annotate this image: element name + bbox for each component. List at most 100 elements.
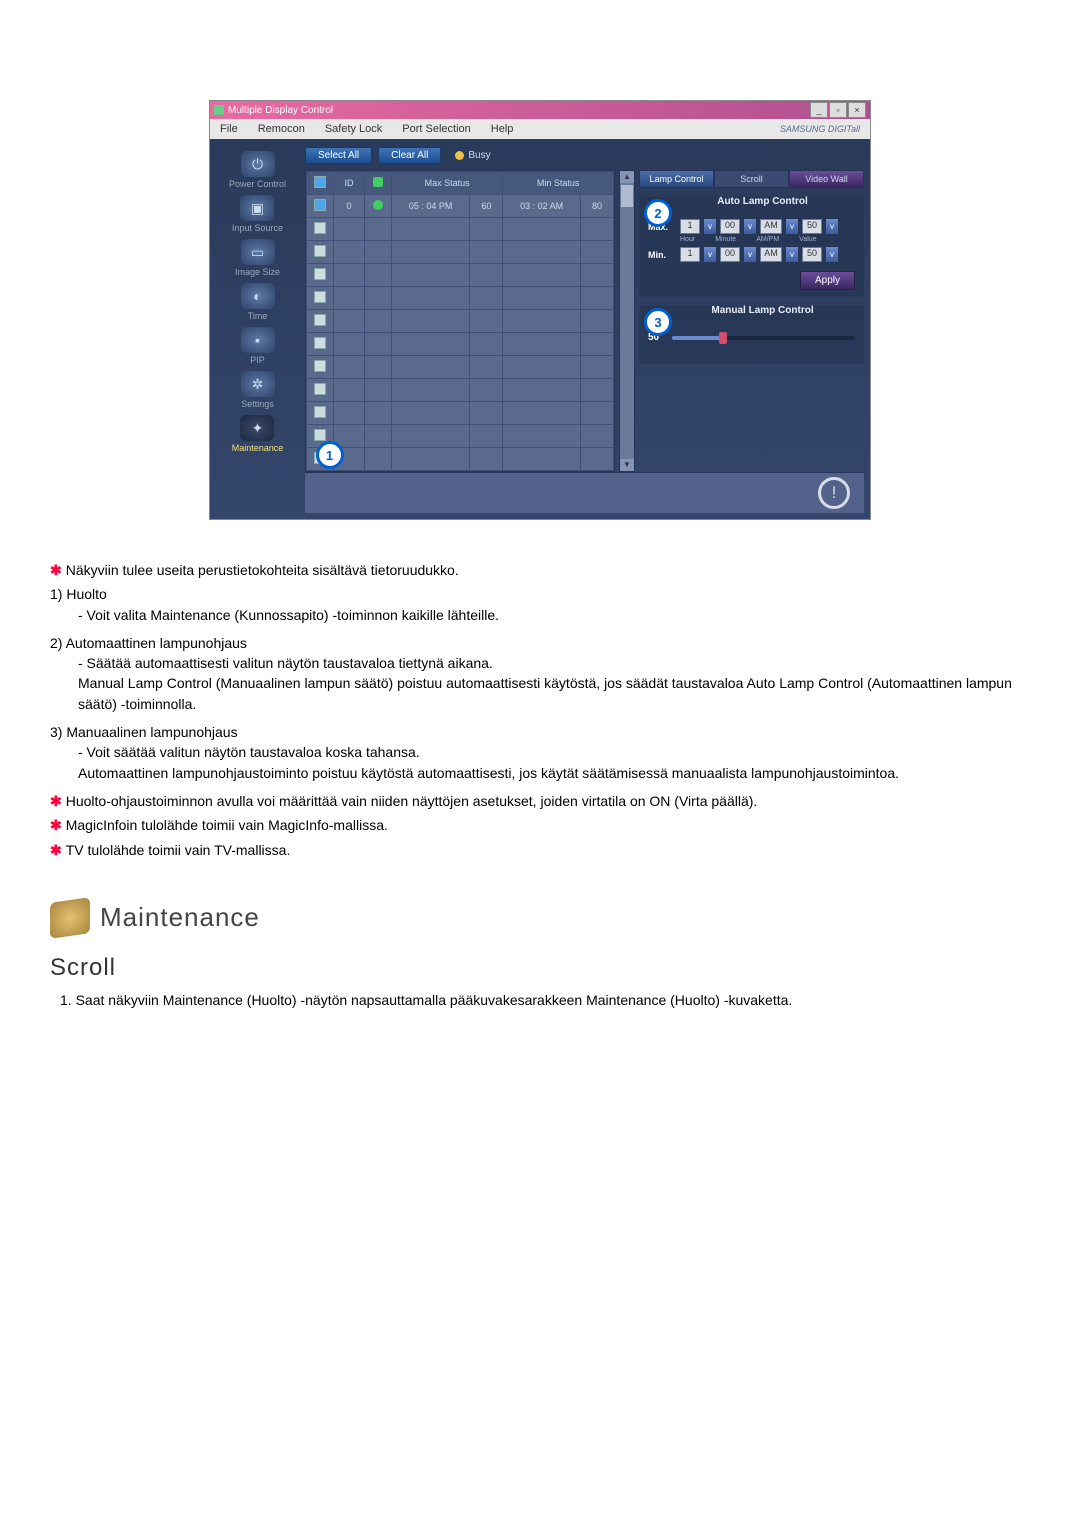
pip-icon: ▪ <box>241 327 275 353</box>
row-checkbox[interactable] <box>314 406 326 418</box>
cell-max-val: 60 <box>470 195 503 218</box>
max-minute-field[interactable]: 00 <box>720 219 740 234</box>
grid-header-row: ID Max Status Min Status <box>307 172 614 195</box>
menu-port-selection[interactable]: Port Selection <box>392 123 480 135</box>
row-checkbox[interactable] <box>314 429 326 441</box>
scroll-down-icon[interactable]: ▼ <box>620 459 634 471</box>
power-icon: ⏻ <box>241 151 275 177</box>
scroll-paragraph: 1. Saat näkyviin Maintenance (Huolto) -n… <box>50 990 1030 1010</box>
right-panel: Lamp Control Scroll Video Wall 2 Auto La… <box>639 170 864 472</box>
item3-b: Automaattinen lampunohjaustoiminto poist… <box>50 763 1030 783</box>
star-icon: ✱ <box>50 562 62 578</box>
row-checkbox[interactable] <box>314 222 326 234</box>
status-icon <box>373 200 383 210</box>
row-checkbox[interactable] <box>314 245 326 257</box>
scroll-up-icon[interactable]: ▲ <box>620 171 634 183</box>
tab-lamp-control[interactable]: Lamp Control <box>639 170 714 188</box>
item3-a: - Voit säätää valitun näytön taustavaloa… <box>50 742 1030 762</box>
row-checkbox[interactable] <box>314 199 326 211</box>
table-row <box>307 425 614 448</box>
menu-help[interactable]: Help <box>481 123 524 135</box>
scroll-heading: Scroll <box>50 954 1030 982</box>
dropdown-icon[interactable]: v <box>826 247 838 262</box>
max-ampm-field[interactable]: AM <box>760 219 782 234</box>
clear-all-button[interactable]: Clear All <box>378 147 441 164</box>
dropdown-icon[interactable]: v <box>786 219 798 234</box>
minimize-button[interactable]: _ <box>810 102 828 118</box>
manual-lamp-section: 3 Manual Lamp Control 50 <box>639 305 864 364</box>
menu-safety-lock[interactable]: Safety Lock <box>315 123 392 135</box>
source-icon: ▣ <box>240 195 274 221</box>
busy-indicator: Busy <box>455 150 490 161</box>
slider-handle[interactable] <box>719 332 727 344</box>
sidebar-item-label: Settings <box>241 399 274 409</box>
maintenance-icon: ✦ <box>240 415 274 441</box>
body-text: ✱Näkyviin tulee useita perustietokohteit… <box>50 560 1030 1010</box>
row-checkbox[interactable] <box>314 314 326 326</box>
auto-lamp-section: 2 Auto Lamp Control Max. 1v 00v AMv 50v … <box>639 196 864 297</box>
menu-remocon[interactable]: Remocon <box>248 123 315 135</box>
body-line: Huolto-ohjaustoiminnon avulla voi määrit… <box>66 793 758 809</box>
tab-video-wall[interactable]: Video Wall <box>789 170 864 188</box>
close-button[interactable]: × <box>848 102 866 118</box>
star-icon: ✱ <box>50 842 62 858</box>
sidebar-item-pip[interactable]: ▪ PIP <box>241 325 275 367</box>
sidebar-item-input-source[interactable]: ▣ Input Source <box>232 193 283 235</box>
min-hour-field[interactable]: 1 <box>680 247 700 262</box>
sidebar-item-power-control[interactable]: ⏻Power Control <box>229 149 286 191</box>
row-checkbox[interactable] <box>314 383 326 395</box>
body-line: Näkyviin tulee useita perustietokohteita… <box>66 562 459 578</box>
slider-track[interactable] <box>672 336 855 340</box>
table-row[interactable]: 0 05 : 04 PM 60 03 : 02 AM 80 <box>307 195 614 218</box>
row-checkbox[interactable] <box>314 360 326 372</box>
header-checkbox[interactable] <box>314 176 326 188</box>
row-checkbox[interactable] <box>314 337 326 349</box>
rpanel-tabs: Lamp Control Scroll Video Wall <box>639 170 864 188</box>
dropdown-icon[interactable]: v <box>744 247 756 262</box>
select-all-button[interactable]: Select All <box>305 147 372 164</box>
apply-button[interactable]: Apply <box>800 271 855 290</box>
scroll-thumb[interactable] <box>621 185 633 207</box>
grid-table: ID Max Status Min Status 0 05 : 04 PM 60… <box>306 171 614 471</box>
min-value-field[interactable]: 50 <box>802 247 822 262</box>
item2-head: 2) Automaattinen lampunohjaus <box>50 633 1030 653</box>
sidebar: ⏻Power Control ▣ Input Source ▭Image Size… <box>210 139 305 519</box>
sidebar-item-time[interactable]: ◐ Time <box>241 281 275 323</box>
sidebar-item-label: Maintenance <box>232 443 284 453</box>
sidebar-item-maintenance[interactable]: ✦ Maintenance <box>232 413 284 455</box>
dropdown-icon[interactable]: v <box>826 219 838 234</box>
dropdown-icon[interactable]: v <box>704 219 716 234</box>
sidebar-item-label: Time <box>248 311 268 321</box>
max-value-field[interactable]: 50 <box>802 219 822 234</box>
menu-file[interactable]: File <box>210 123 248 135</box>
table-row <box>307 448 614 471</box>
maximize-button[interactable]: ▫ <box>829 102 847 118</box>
callout-1: 1 <box>316 441 344 469</box>
time-icon: ◐ <box>241 283 275 309</box>
title-bar: Multiple Display Control _ ▫ × <box>210 101 870 119</box>
col-max-status: Max Status <box>392 172 503 195</box>
item2-a: - Säätää automaattisesti valitun näytön … <box>50 653 1030 673</box>
row-checkbox[interactable] <box>314 291 326 303</box>
brand-label: SAMSUNG DIGITall <box>770 124 870 134</box>
app-icon <box>214 105 224 115</box>
dropdown-icon[interactable]: v <box>704 247 716 262</box>
tab-scroll[interactable]: Scroll <box>714 170 789 188</box>
sidebar-item-label: Input Source <box>232 223 283 233</box>
min-label: Min. <box>648 250 676 260</box>
row-checkbox[interactable] <box>314 268 326 280</box>
grid-scrollbar[interactable]: ▲ ▼ <box>619 170 635 472</box>
min-ampm-field[interactable]: AM <box>760 247 782 262</box>
sidebar-item-image-size[interactable]: ▭Image Size <box>235 237 280 279</box>
sidebar-item-label: PIP <box>250 355 265 365</box>
sidebar-item-label: Image Size <box>235 267 280 277</box>
app-window: Multiple Display Control _ ▫ × File Remo… <box>209 100 871 520</box>
cell-min-time: 03 : 02 AM <box>503 195 581 218</box>
manual-lamp-slider[interactable]: 50 <box>648 332 855 343</box>
sidebar-item-settings[interactable]: ✲Settings <box>241 369 275 411</box>
dropdown-icon[interactable]: v <box>786 247 798 262</box>
dropdown-icon[interactable]: v <box>744 219 756 234</box>
max-hour-field[interactable]: 1 <box>680 219 700 234</box>
min-minute-field[interactable]: 00 <box>720 247 740 262</box>
body-line: TV tulolähde toimii vain TV-mallissa. <box>66 842 291 858</box>
